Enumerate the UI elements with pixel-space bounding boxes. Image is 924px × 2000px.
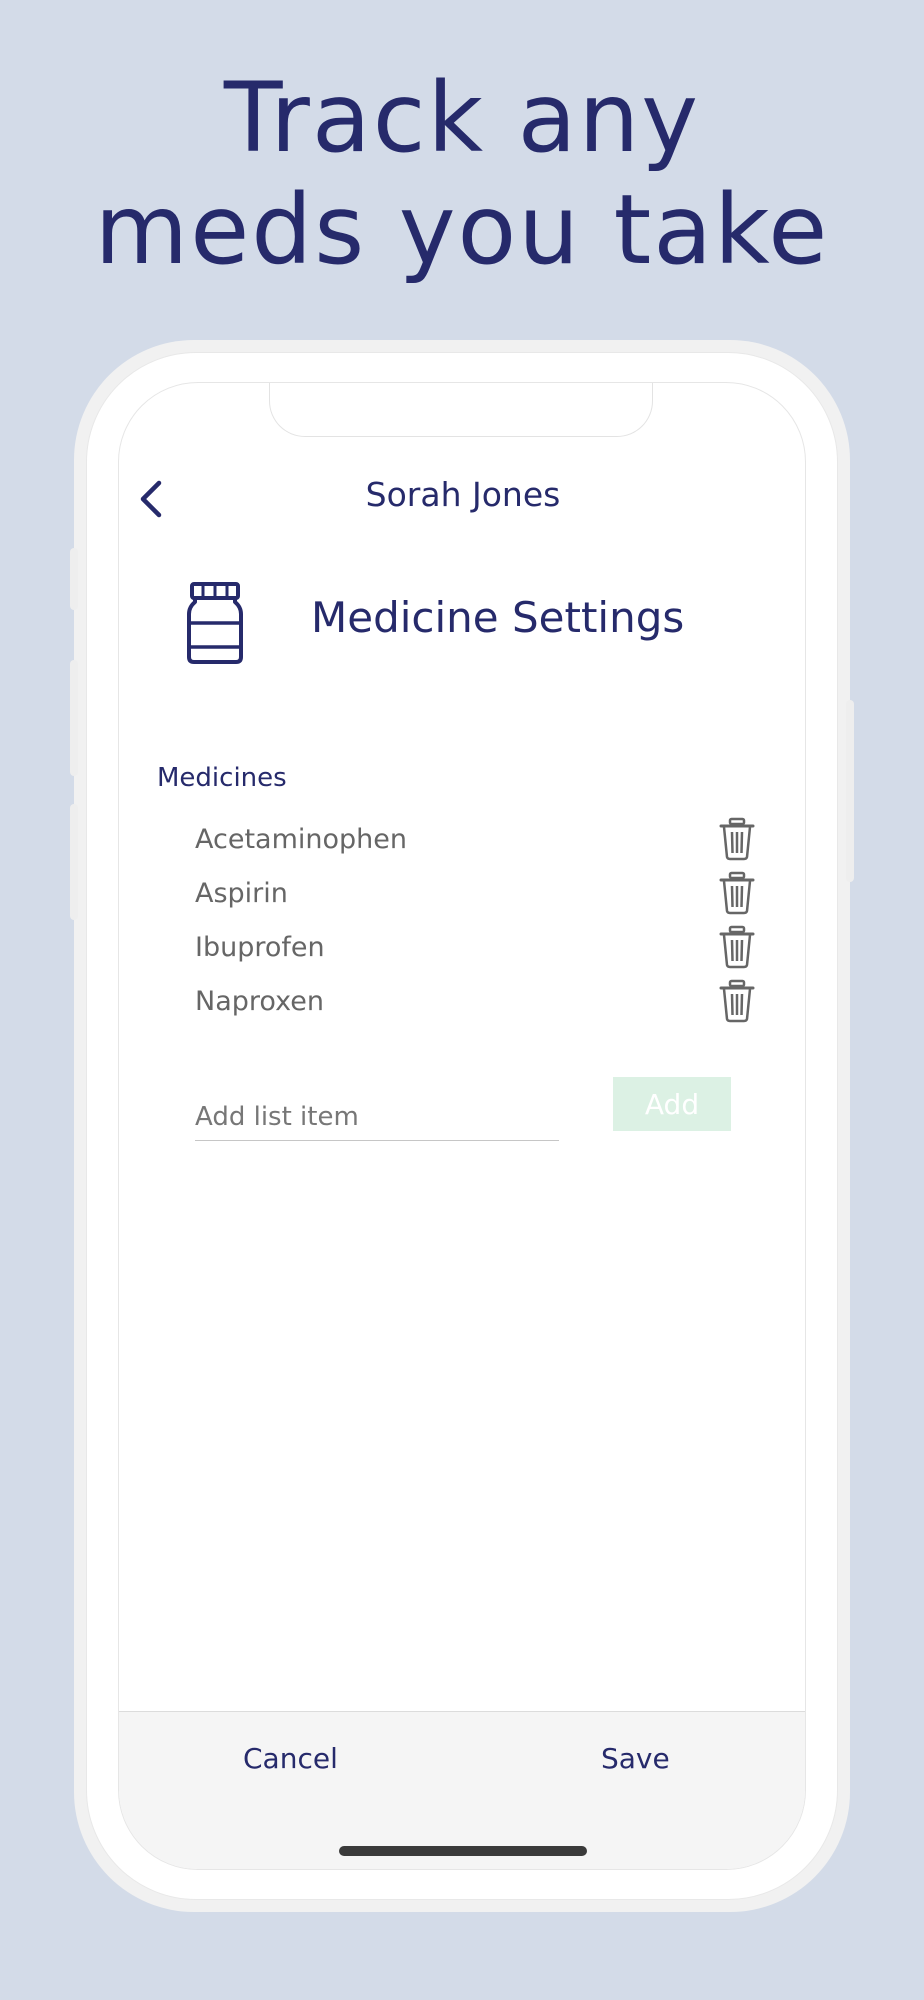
page-title: Sorah Jones — [365, 475, 561, 514]
medicine-bottle-icon — [187, 582, 243, 664]
phone-side-button-power — [846, 700, 854, 882]
medicine-name: Acetaminophen — [195, 823, 407, 855]
trash-icon[interactable] — [719, 871, 755, 915]
trash-icon[interactable] — [719, 925, 755, 969]
home-indicator[interactable] — [339, 1846, 587, 1856]
headline-line-1: Track any — [223, 62, 701, 174]
add-button[interactable]: Add — [613, 1077, 731, 1131]
bottom-action-bar: Cancel Save — [119, 1711, 805, 1869]
cancel-button[interactable]: Cancel — [243, 1742, 338, 1775]
phone-side-button-volume-up — [70, 660, 78, 776]
settings-title: Medicine Settings — [311, 593, 685, 642]
medicines-section-label: Medicines — [157, 763, 287, 793]
app-store-screenshot: Track any meds you take Sorah Jones Medi… — [0, 0, 924, 2000]
save-button[interactable]: Save — [601, 1742, 670, 1775]
headline-line-2: meds you take — [94, 174, 830, 286]
phone-side-button-mute — [70, 548, 78, 610]
medicine-list-item: Ibuprofen — [195, 922, 755, 972]
medicine-list-item: Naproxen — [195, 976, 755, 1026]
marketing-headline: Track any meds you take — [0, 62, 924, 286]
medicine-list-item: Aspirin — [195, 868, 755, 918]
medicine-name: Ibuprofen — [195, 931, 325, 963]
phone-screen: Sorah Jones Medicine Settings Medicines … — [118, 382, 806, 1870]
trash-icon[interactable] — [719, 979, 755, 1023]
medicine-name: Naproxen — [195, 985, 324, 1017]
medicine-name: Aspirin — [195, 877, 288, 909]
medicine-list-item: Acetaminophen — [195, 814, 755, 864]
phone-side-button-volume-down — [70, 804, 78, 920]
phone-notch — [269, 383, 653, 437]
trash-icon[interactable] — [719, 817, 755, 861]
add-list-item-input[interactable] — [195, 1093, 559, 1141]
